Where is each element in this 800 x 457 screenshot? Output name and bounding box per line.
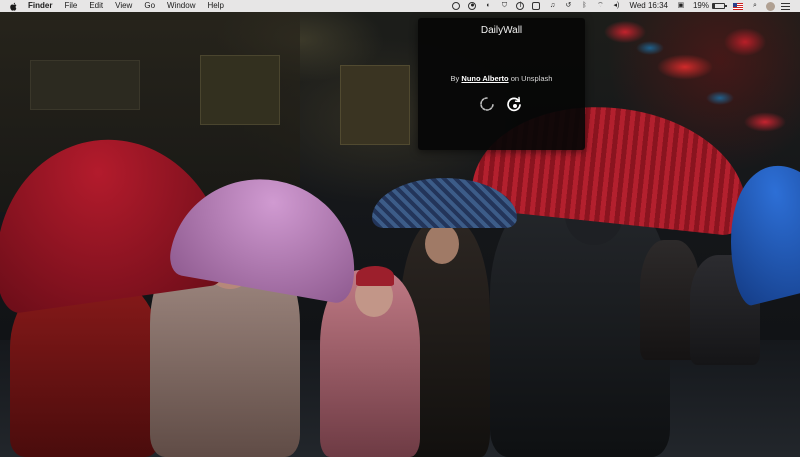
desktop-wallpaper — [0, 0, 800, 457]
battery-icon[interactable] — [712, 3, 727, 9]
user-avatar[interactable] — [766, 1, 775, 11]
menu-bar-left: Finder File Edit View Go Window Help — [0, 0, 236, 12]
volume-icon[interactable]: ◂) — [612, 2, 620, 10]
menu-clock[interactable]: Wed 16:34 — [629, 0, 668, 12]
refresh-button[interactable] — [478, 95, 496, 113]
wallpaper-sign — [30, 60, 140, 110]
reload-settings-button[interactable] — [505, 95, 523, 113]
wallpaper-hat — [356, 266, 394, 286]
apple-icon[interactable] — [10, 2, 18, 11]
menu-view[interactable]: View — [115, 0, 132, 12]
wifi-icon[interactable]: ⌔ — [596, 2, 604, 10]
wallpaper-sign — [200, 55, 280, 125]
menu-go[interactable]: Go — [144, 0, 155, 12]
menu-bar: Finder File Edit View Go Window Help ● ◐… — [0, 0, 800, 12]
credit-middle: on — [510, 74, 520, 83]
search-icon[interactable]: ⌕ — [751, 2, 759, 10]
info-icon[interactable]: i — [516, 2, 525, 10]
headphones-icon[interactable]: ♫ — [548, 2, 556, 10]
menu-edit[interactable]: Edit — [89, 0, 103, 12]
focus-icon[interactable]: ◐ — [484, 2, 492, 10]
refresh-icon — [480, 97, 494, 111]
popover-title: DailyWall — [480, 25, 523, 36]
reload-settings-icon — [507, 96, 521, 112]
shield-icon[interactable]: ⛉ — [500, 2, 508, 10]
dailywall-popover: DailyWall By Nuno Alberto on Unsplash — [418, 18, 585, 150]
input-source-flag-icon[interactable] — [733, 2, 743, 10]
bluetooth-icon[interactable]: ᛒ — [580, 2, 588, 10]
notification-center-icon[interactable] — [781, 2, 790, 10]
author-link[interactable]: Nuno Alberto — [461, 74, 508, 83]
battery-percent[interactable]: 19% — [693, 0, 709, 12]
wallpaper-sign — [340, 65, 410, 145]
wallpaper-head — [425, 224, 459, 264]
menu-help[interactable]: Help — [207, 0, 223, 12]
wallpaper-lanterns — [620, 18, 800, 118]
dailywall-icon[interactable] — [452, 2, 461, 10]
photo-credit: By Nuno Alberto on Unsplash — [418, 74, 585, 83]
timemachine-icon[interactable]: ↺ — [564, 2, 572, 10]
square-icon[interactable] — [532, 2, 541, 10]
menu-bar-status: ● ◐ ⛉ i ♫ ↺ ᛒ ⌔ ◂) Wed 16:34 ▣ 19% ⌕ — [448, 0, 800, 12]
clipboard-icon[interactable]: ▣ — [677, 2, 685, 10]
credit-prefix: By — [450, 74, 460, 83]
record-icon[interactable]: ● — [468, 2, 477, 10]
menu-app-finder[interactable]: Finder — [28, 0, 52, 12]
menu-window[interactable]: Window — [167, 0, 195, 12]
menu-file[interactable]: File — [64, 0, 77, 12]
battery-fill — [713, 4, 716, 8]
source-link[interactable]: Unsplash — [521, 74, 552, 83]
